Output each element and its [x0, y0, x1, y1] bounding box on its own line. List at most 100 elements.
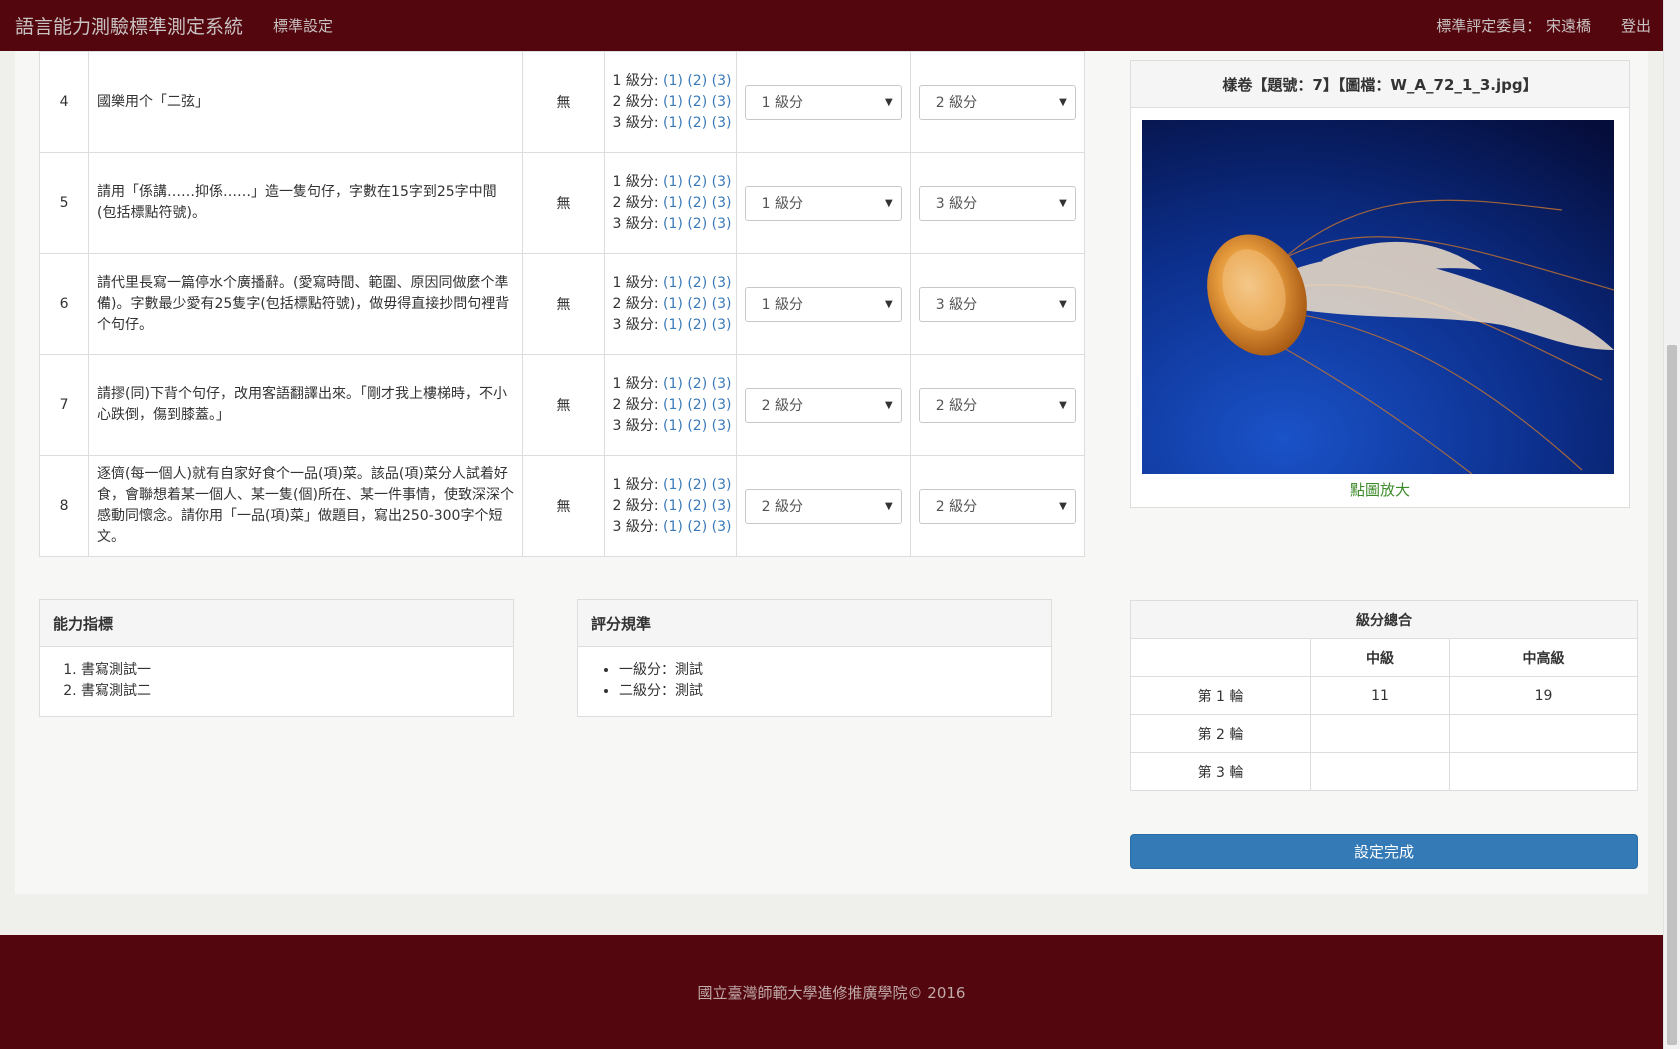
round1-score-select[interactable]: 1 級分 ▼ [744, 286, 902, 322]
level-line: 1 級分: (1) (2) (3) [613, 71, 736, 92]
summary-high-value [1449, 752, 1638, 791]
logout-link[interactable]: 登出 [1621, 15, 1651, 36]
summary-high-value [1449, 714, 1638, 753]
level-link-3[interactable]: (3) [712, 216, 732, 232]
nav-standard-setting[interactable]: 標準設定 [273, 15, 333, 36]
round1-score-select[interactable]: 2 級分 ▼ [744, 488, 902, 524]
level-link-1[interactable]: (1) [663, 296, 683, 312]
level-link-2[interactable]: (2) [687, 174, 707, 190]
attachment-none: 無 [522, 354, 605, 456]
level-link-2[interactable]: (2) [687, 216, 707, 232]
level-link-1[interactable]: (1) [663, 397, 683, 413]
level-link-1[interactable]: (1) [663, 498, 683, 514]
level-link-1[interactable]: (1) [663, 477, 683, 493]
level-label: 2 級分: [612, 295, 659, 312]
level-link-3[interactable]: (3) [712, 195, 732, 211]
sample-panel: 樣卷【題號：7】【圖檔：W_A_72_1_3.jpg】 點圖放大 [1130, 60, 1630, 508]
round2-score-select[interactable]: 3 級分 ▼ [918, 185, 1076, 221]
level-link-1[interactable]: (1) [663, 94, 683, 110]
level-link-2[interactable]: (2) [687, 376, 707, 392]
scrollbar-thumb[interactable] [1667, 345, 1677, 1045]
level-link-3[interactable]: (3) [712, 275, 732, 291]
caret-down-icon: ▼ [1059, 96, 1067, 108]
round2-score-select[interactable]: 3 級分 ▼ [918, 286, 1076, 322]
level-link-3[interactable]: (3) [712, 73, 732, 89]
level-link-3[interactable]: (3) [712, 296, 732, 312]
main-container: 4 國樂用个「二弦」無 1 級分: (1) (2) (3) 2 級分: (1) (2)… [15, 51, 1648, 894]
level-link-1[interactable]: (1) [663, 275, 683, 291]
level-line: 3 級分: (1) (2) (3) [613, 416, 736, 437]
level-link-2[interactable]: (2) [687, 477, 707, 493]
level-link-3[interactable]: (3) [712, 498, 732, 514]
level-line: 2 級分: (1) (2) (3) [613, 193, 736, 214]
level-line: 3 級分: (1) (2) (3) [613, 517, 736, 538]
round1-score-select[interactable]: 2 級分 ▼ [744, 387, 902, 423]
done-button[interactable]: 設定完成 [1130, 834, 1638, 869]
ability-item: 書寫測試二 [81, 681, 513, 702]
level-link-2[interactable]: (2) [687, 498, 707, 514]
level-link-1[interactable]: (1) [663, 418, 683, 434]
level-line: 2 級分: (1) (2) (3) [613, 395, 736, 416]
rubric-item: 二級分：測試 [619, 681, 1051, 702]
question-table: 4 國樂用个「二弦」無 1 級分: (1) (2) (3) 2 級分: (1) (2)… [38, 51, 1086, 557]
attachment-none: 無 [522, 455, 605, 557]
level-link-3[interactable]: (3) [712, 519, 732, 535]
level-link-3[interactable]: (3) [712, 317, 732, 333]
level-link-3[interactable]: (3) [712, 477, 732, 493]
level-link-2[interactable]: (2) [687, 94, 707, 110]
level-link-2[interactable]: (2) [687, 317, 707, 333]
level-link-1[interactable]: (1) [663, 317, 683, 333]
level-line: 2 級分: (1) (2) (3) [613, 294, 736, 315]
level-link-3[interactable]: (3) [712, 115, 732, 131]
level-link-2[interactable]: (2) [687, 195, 707, 211]
round2-score-select[interactable]: 2 級分 ▼ [918, 488, 1076, 524]
caret-down-icon: ▼ [1059, 298, 1067, 310]
rubric-panel-title: 評分規準 [578, 600, 1051, 647]
level-link-2[interactable]: (2) [687, 296, 707, 312]
rubric-panel: 評分規準 一級分：測試 二級分：測試 [577, 599, 1052, 717]
caret-down-icon: ▼ [1059, 197, 1067, 209]
level-label: 1 級分: [612, 375, 659, 392]
question-text: 請用「係講……抑係……」造一隻句仔，字數在15字到25字中間(包括標點符號)。 [88, 152, 524, 254]
level-link-1[interactable]: (1) [663, 519, 683, 535]
round2-score-select[interactable]: 2 級分 ▼ [918, 387, 1076, 423]
level-link-3[interactable]: (3) [712, 397, 732, 413]
enlarge-link[interactable]: 點圖放大 [1131, 479, 1629, 500]
level-link-1[interactable]: (1) [663, 73, 683, 89]
sample-image[interactable] [1142, 120, 1614, 474]
brand-title[interactable]: 語言能力測驗標準測定系統 [15, 12, 243, 39]
level-label: 1 級分: [612, 274, 659, 291]
level-link-2[interactable]: (2) [687, 519, 707, 535]
level-link-3[interactable]: (3) [712, 418, 732, 434]
question-number: 6 [38, 253, 90, 355]
level-link-2[interactable]: (2) [687, 275, 707, 291]
level-link-1[interactable]: (1) [663, 376, 683, 392]
level-line: 3 級分: (1) (2) (3) [613, 214, 736, 235]
level-label: 3 級分: [612, 114, 659, 131]
level-label: 3 級分: [612, 518, 659, 535]
level-link-1[interactable]: (1) [663, 115, 683, 131]
question-row: 4 國樂用个「二弦」無 1 級分: (1) (2) (3) 2 級分: (1) (2)… [38, 51, 1086, 153]
round1-score-select[interactable]: 1 級分 ▼ [744, 84, 902, 120]
level-link-1[interactable]: (1) [663, 174, 683, 190]
question-text: 國樂用个「二弦」 [88, 51, 524, 153]
level-link-2[interactable]: (2) [687, 418, 707, 434]
level-link-3[interactable]: (3) [712, 376, 732, 392]
level-link-3[interactable]: (3) [712, 94, 732, 110]
caret-down-icon: ▼ [884, 500, 893, 512]
level-link-2[interactable]: (2) [687, 73, 707, 89]
round2-score-select[interactable]: 2 級分 ▼ [918, 84, 1076, 120]
level-link-2[interactable]: (2) [687, 397, 707, 413]
ability-item: 書寫測試一 [81, 660, 513, 681]
level-samples: 1 級分: (1) (2) (3) 2 級分: (1) (2) (3) 3 級分: … [603, 455, 737, 557]
level-link-1[interactable]: (1) [663, 195, 683, 211]
select-value: 2 級分 [935, 95, 978, 111]
summary-high-value: 19 [1449, 676, 1638, 715]
level-link-2[interactable]: (2) [687, 115, 707, 131]
level-link-3[interactable]: (3) [712, 174, 732, 190]
question-row: 6 請代里長寫一篇停水个廣播辭。(愛寫時間、範圍、原因同做麼个準備)。字數最少愛有… [38, 253, 1086, 355]
round1-select-cell: 2 級分 ▼ [735, 354, 911, 456]
round1-score-select[interactable]: 1 級分 ▼ [744, 185, 902, 221]
vertical-scrollbar[interactable] [1663, 0, 1680, 1049]
level-link-1[interactable]: (1) [663, 216, 683, 232]
